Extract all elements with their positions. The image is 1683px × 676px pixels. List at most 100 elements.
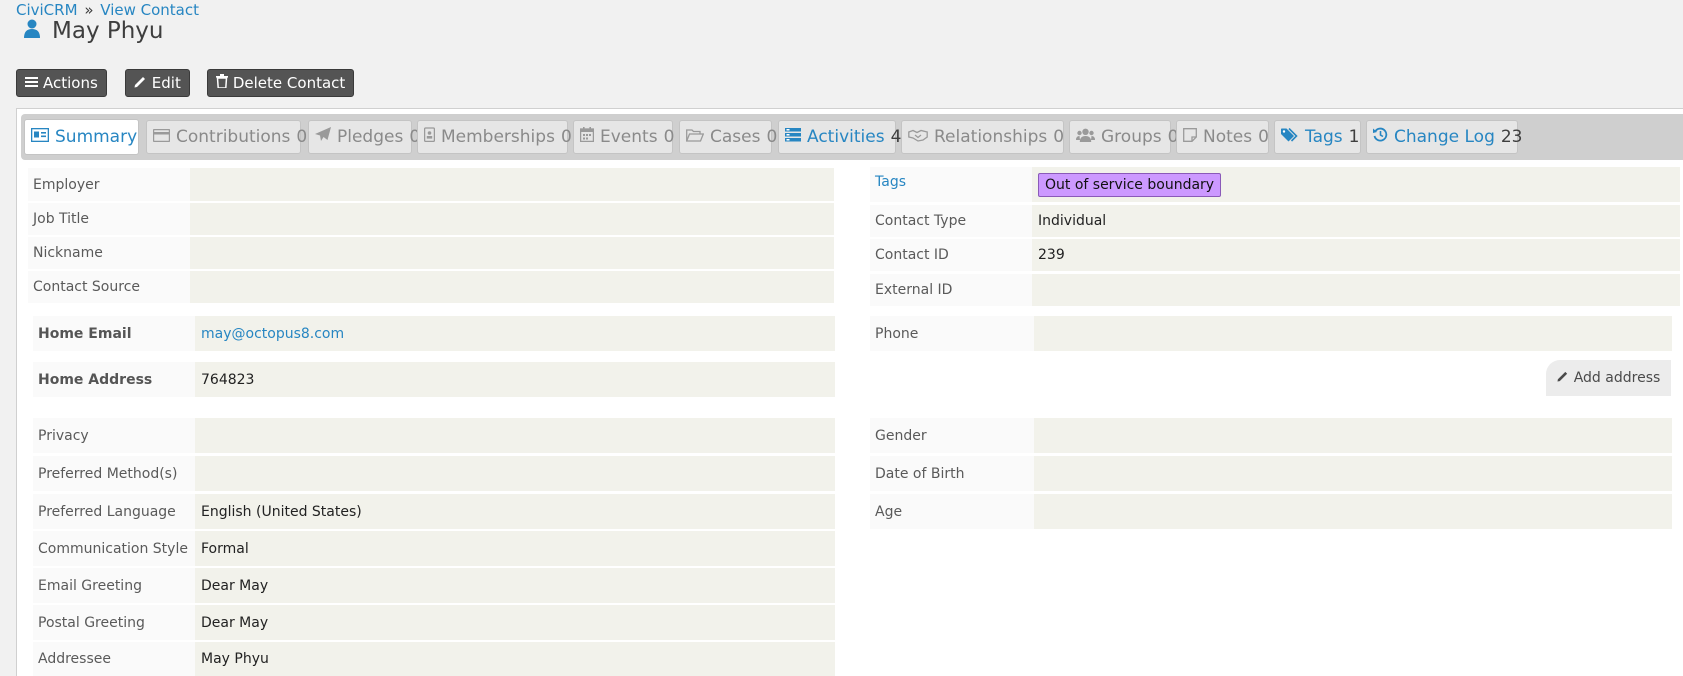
breadcrumb: CiviCRM » View Contact — [16, 1, 199, 19]
tab-groups[interactable]: Groups 0 — [1069, 120, 1178, 154]
tags-value: Out of service boundary — [1032, 167, 1680, 202]
nickname-row: Nickname — [28, 237, 834, 269]
tag-badge[interactable]: Out of service boundary — [1038, 172, 1222, 197]
home-email-row: Home Email may@octopus8.com — [33, 316, 835, 351]
tab-label: Cases — [710, 127, 761, 147]
bars-icon — [25, 74, 38, 92]
person-icon — [24, 19, 40, 43]
field-label: External ID — [870, 274, 1032, 306]
tab-pledges[interactable]: Pledges 0 — [308, 120, 420, 154]
tab-tags[interactable]: Tags 1 — [1274, 120, 1361, 154]
home-email-link[interactable]: may@octopus8.com — [201, 326, 344, 342]
home-email-value: may@octopus8.com — [195, 316, 835, 351]
employer-value — [190, 168, 834, 201]
field-label: Preferred Method(s) — [33, 456, 195, 491]
tags-link[interactable]: Tags — [875, 174, 906, 190]
nickname-value — [190, 237, 834, 269]
addressee-row: Addressee May Phyu — [33, 642, 835, 676]
gender-row: Gender — [870, 418, 1672, 453]
users-icon — [1076, 127, 1095, 147]
addressee-value: May Phyu — [195, 642, 835, 676]
age-row: Age — [870, 494, 1672, 529]
tab-label: Change Log — [1394, 127, 1495, 147]
tab-label: Memberships — [441, 127, 555, 147]
contact-name: May Phyu — [52, 18, 164, 44]
field-label: Email Greeting — [33, 568, 195, 603]
field-label: Contact Source — [28, 271, 190, 303]
phone-value — [1034, 316, 1672, 351]
tab-memberships[interactable]: Memberships 0 — [417, 120, 572, 154]
tab-relationships[interactable]: Relationships 0 — [901, 120, 1064, 154]
breadcrumb-civicrm-link[interactable]: CiviCRM — [16, 1, 78, 19]
credit-card-icon — [152, 127, 171, 147]
tab-label: Relationships — [934, 127, 1048, 147]
tags-icon — [1281, 127, 1299, 147]
job-title-value — [190, 203, 834, 235]
preferred-language-row: Preferred Language English (United State… — [33, 494, 835, 529]
breadcrumb-view-contact-link[interactable]: View Contact — [100, 1, 199, 19]
tab-count: 0 — [1053, 127, 1065, 147]
job-title-row: Job Title — [28, 203, 834, 235]
contact-source-row: Contact Source — [28, 271, 834, 303]
privacy-row: Privacy — [33, 418, 835, 453]
tab-strip: Summary Contributions 0 Pledges 0 Member… — [21, 114, 1683, 160]
home-address-row: Home Address 764823 — [33, 362, 835, 397]
tab-count: 0 — [1258, 127, 1269, 147]
field-label: Job Title — [28, 203, 190, 235]
tab-cases[interactable]: Cases 0 — [679, 120, 777, 154]
trash-icon — [215, 74, 228, 92]
preferred-methods-row: Preferred Method(s) — [33, 456, 835, 491]
tab-notes[interactable]: Notes 0 — [1176, 120, 1269, 154]
date-of-birth-row: Date of Birth — [870, 456, 1672, 491]
add-address-button[interactable]: Add address — [1546, 360, 1671, 396]
handshake-icon — [908, 127, 928, 147]
contact-id-row: Contact ID 239 — [870, 239, 1680, 271]
external-id-value — [1032, 274, 1680, 306]
tab-activities[interactable]: Activities 4 — [778, 120, 901, 154]
tags-row: Tags Out of service boundary — [870, 167, 1680, 202]
tab-count: 4 — [890, 127, 902, 147]
pencil-icon — [1557, 370, 1569, 386]
edit-button-label: Edit — [151, 74, 181, 92]
field-label: Home Email — [33, 316, 195, 351]
home-address-value: 764823 — [195, 362, 835, 397]
page-title: May Phyu — [24, 18, 164, 44]
contact-source-value — [190, 271, 834, 303]
folder-open-icon — [685, 127, 705, 147]
field-label: Employer — [28, 168, 190, 201]
email-greeting-value: Dear May — [195, 568, 835, 603]
preferred-methods-value — [195, 456, 835, 491]
tab-count: 23 — [1500, 127, 1523, 147]
paper-plane-icon — [315, 127, 331, 147]
contact-type-value: Individual — [1032, 205, 1680, 237]
email-greeting-row: Email Greeting Dear May — [33, 568, 835, 603]
history-icon — [1373, 127, 1388, 147]
tab-count: 0 — [766, 127, 778, 147]
sticky-note-icon — [1183, 127, 1197, 147]
actions-button[interactable]: Actions — [16, 69, 107, 97]
tab-summary[interactable]: Summary — [24, 119, 139, 155]
tab-events[interactable]: Events 0 — [573, 120, 674, 154]
field-label: Postal Greeting — [33, 605, 195, 640]
delete-contact-button[interactable]: Delete Contact — [206, 69, 355, 97]
age-value — [1034, 494, 1672, 529]
postal-greeting-row: Postal Greeting Dear May — [33, 605, 835, 640]
postal-greeting-value: Dear May — [195, 605, 835, 640]
field-label: Nickname — [28, 237, 190, 269]
tab-count: 0 — [296, 127, 308, 147]
tab-label: Tags — [1305, 127, 1343, 147]
tab-change-log[interactable]: Change Log 23 — [1366, 120, 1523, 154]
tab-label: Groups — [1101, 127, 1162, 147]
tab-label: Notes — [1203, 127, 1253, 147]
tab-label: Pledges — [337, 127, 404, 147]
preferred-language-value: English (United States) — [195, 494, 835, 529]
tab-contributions[interactable]: Contributions 0 — [146, 120, 307, 154]
contact-type-row: Contact Type Individual — [870, 205, 1680, 237]
actions-bar: Actions Edit Delete Contact — [16, 69, 355, 97]
calendar-icon — [579, 127, 595, 147]
tab-label: Events — [600, 127, 658, 147]
privacy-value — [195, 418, 835, 453]
edit-button[interactable]: Edit — [124, 69, 190, 97]
add-address-label: Add address — [1573, 370, 1661, 386]
delete-contact-button-label: Delete Contact — [232, 74, 346, 92]
